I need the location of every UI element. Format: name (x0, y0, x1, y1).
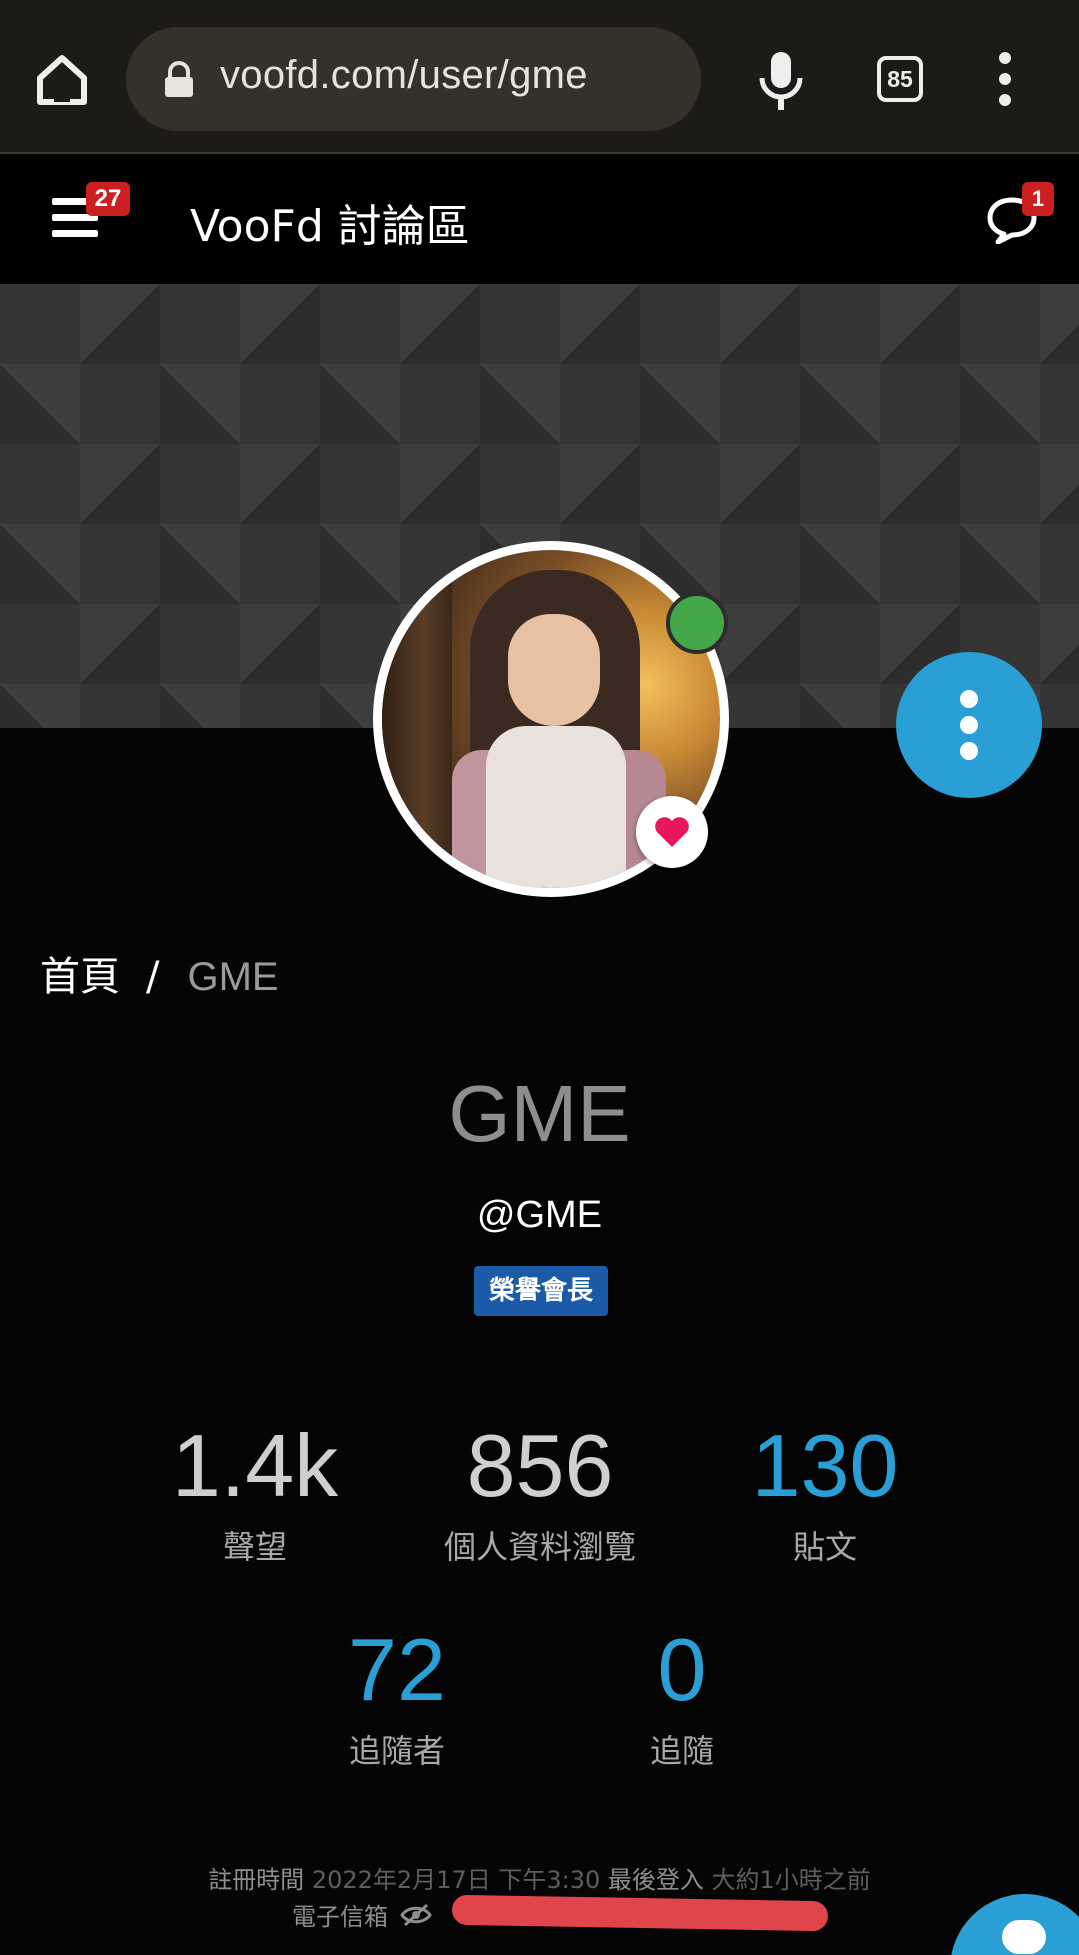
stat-following[interactable]: 0 追隨 (552, 1620, 812, 1772)
mic-icon[interactable] (756, 50, 806, 112)
stat-value: 72 (348, 1620, 446, 1719)
stat-posts[interactable]: 130 貼文 (695, 1416, 955, 1568)
heart-icon[interactable] (636, 796, 708, 868)
breadcrumb: 首頁 / GME (40, 944, 279, 1002)
stat-profile-views: 856 個人資料瀏覽 (410, 1416, 670, 1568)
breadcrumb-home[interactable]: 首頁 (40, 954, 120, 1000)
stat-label: 追隨 (649, 1732, 714, 1770)
last-online-label: 最後登入 (607, 1866, 704, 1894)
stat-label: 貼文 (792, 1528, 857, 1566)
stat-followers[interactable]: 72 追隨者 (267, 1620, 527, 1772)
stat-label: 聲望 (222, 1528, 287, 1566)
profile-handle: @GME (476, 1194, 603, 1236)
tab-switcher-button[interactable]: 85 (877, 56, 923, 102)
site-header: 27 VooFd 討論區 1 (0, 156, 1079, 284)
eye-off-icon (399, 1903, 432, 1933)
joined-info: 註冊時間 2022年2月17日 下午3:30 最後登入 大約1小時之前 (0, 1860, 1079, 1895)
more-vert-icon[interactable] (990, 52, 1020, 108)
lock-icon (162, 61, 196, 99)
address-bar[interactable]: voofd.com/user/gme (126, 27, 701, 131)
email-label: 電子信箱 (292, 1903, 388, 1931)
breadcrumb-current: GME (187, 955, 279, 999)
menu-notification-badge: 27 (86, 182, 130, 216)
url-text: voofd.com/user/gme (220, 53, 588, 97)
stat-value: 856 (466, 1416, 614, 1515)
last-online-value: 大約1小時之前 (711, 1866, 871, 1894)
browser-toolbar: voofd.com/user/gme 85 (0, 0, 1079, 154)
site-title[interactable]: VooFd 討論區 (190, 190, 470, 254)
joined-label: 註冊時間 (208, 1866, 305, 1894)
stat-label: 個人資料瀏覽 (443, 1528, 636, 1566)
stat-label: 追隨者 (348, 1732, 445, 1770)
profile-page: voofd.com/user/gme 85 27 VooFd 討論區 1 首頁 … (0, 0, 1079, 1955)
stat-value: 0 (657, 1620, 707, 1719)
stat-value: 1.4k (171, 1416, 339, 1515)
stat-reputation: 1.4k 聲望 (125, 1416, 385, 1568)
group-badge[interactable]: 榮譽會長 (474, 1266, 608, 1316)
chat-notification-badge: 1 (1022, 182, 1054, 216)
profile-display-name: GME (448, 1069, 631, 1158)
joined-value: 2022年2月17日 下午3:30 (311, 1866, 601, 1894)
stat-value: 130 (751, 1416, 899, 1515)
online-status-indicator (666, 592, 728, 654)
home-icon[interactable] (32, 50, 92, 110)
profile-actions-button[interactable] (896, 652, 1042, 798)
breadcrumb-separator: / (146, 954, 160, 1000)
